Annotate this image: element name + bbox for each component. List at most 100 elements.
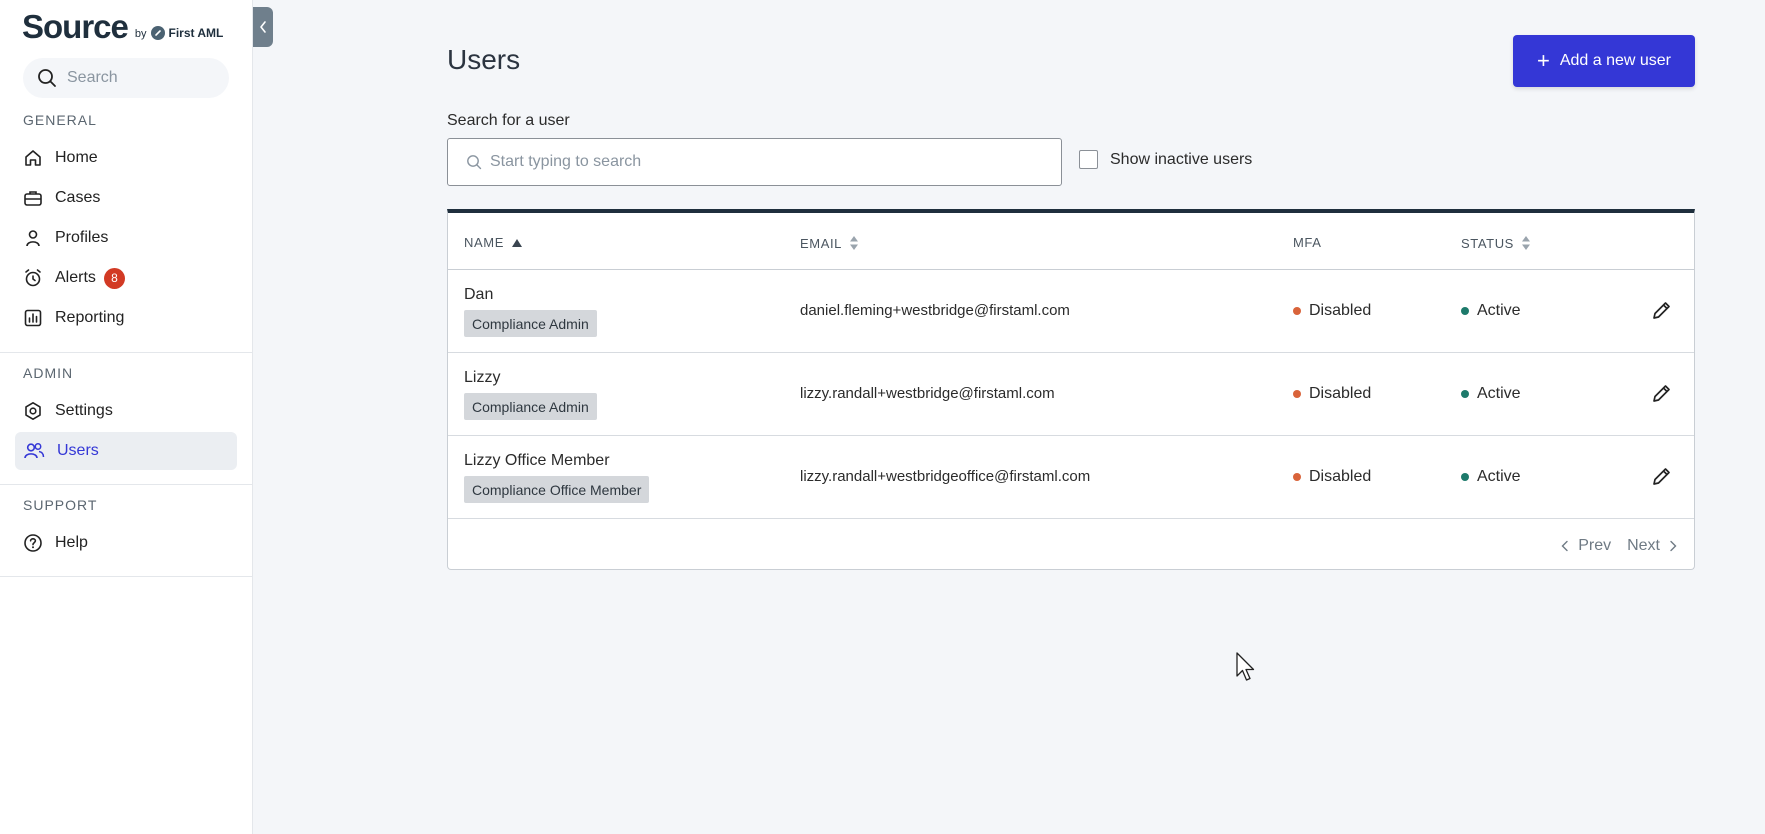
edit-pencil-icon[interactable] — [1650, 381, 1674, 405]
edit-pencil-icon[interactable] — [1650, 298, 1674, 322]
sidebar-item-label: Reporting — [55, 309, 125, 326]
column-header-email[interactable]: EMAIL — [800, 235, 859, 251]
user-status: Active — [1461, 302, 1521, 320]
page-title: Users — [447, 44, 521, 75]
search-icon — [38, 69, 56, 87]
column-header-status[interactable]: STATUS — [1461, 235, 1531, 251]
user-email: lizzy.randall+westbridge@firstaml.com — [800, 385, 1055, 402]
sidebar-item-cases[interactable]: Cases — [15, 179, 237, 217]
sidebar-item-label: Cases — [55, 189, 101, 206]
status-active-dot-icon — [1461, 390, 1469, 398]
prev-page-button[interactable]: Prev — [1560, 537, 1611, 555]
role-tag: Compliance Admin — [464, 393, 597, 420]
sidebar-item-label: Users — [57, 442, 99, 459]
table-header: NAME EMAIL MFA STATUS — [448, 213, 1694, 270]
user-icon — [26, 230, 40, 247]
user-status: Active — [1461, 385, 1521, 403]
help-icon — [24, 534, 42, 552]
brand-partner: First AML — [168, 26, 224, 40]
sidebar-divider — [0, 484, 253, 485]
users-icon — [24, 443, 45, 459]
mfa-status-label: Disabled — [1309, 468, 1372, 485]
plus-icon: + — [1536, 48, 1550, 73]
prev-page-label: Prev — [1578, 537, 1612, 554]
mfa-disabled-dot-icon — [1293, 473, 1301, 481]
user-search-label: Search for a user — [447, 112, 570, 129]
show-inactive-toggle[interactable]: Show inactive users — [1079, 150, 1252, 169]
sidebar-item-help[interactable]: Help — [15, 524, 237, 562]
sidebar-item-label: Alerts — [55, 269, 96, 286]
column-header-label: MFA — [1293, 235, 1322, 250]
table-row: Dan Compliance Admin daniel.fleming+west… — [448, 270, 1694, 353]
section-label-support: SUPPORT — [23, 497, 98, 513]
user-email: daniel.fleming+westbridge@firstaml.com — [800, 302, 1070, 319]
gear-icon — [25, 402, 41, 420]
status-active-dot-icon — [1461, 307, 1469, 315]
show-inactive-checkbox[interactable] — [1079, 150, 1098, 169]
column-header-label: NAME — [464, 235, 504, 250]
sidebar-item-home[interactable]: Home — [15, 139, 237, 177]
table-row: Lizzy Office Member Compliance Office Me… — [448, 436, 1694, 519]
user-name: Lizzy Office Member — [464, 452, 610, 469]
briefcase-icon — [24, 191, 42, 206]
sidebar-item-profiles[interactable]: Profiles — [15, 219, 237, 257]
next-page-button[interactable]: Next — [1627, 537, 1678, 555]
user-name: Dan — [464, 286, 494, 303]
mfa-disabled-dot-icon — [1293, 307, 1301, 315]
sidebar-item-reporting[interactable]: Reporting — [15, 299, 237, 337]
sidebar-search-placeholder: Search — [67, 69, 118, 86]
user-search-input[interactable] — [490, 153, 1050, 171]
edit-pencil-icon[interactable] — [1650, 464, 1674, 488]
alerts-count-badge: 8 — [103, 267, 125, 289]
column-header-name[interactable]: NAME — [464, 235, 523, 250]
mfa-status-label: Disabled — [1309, 302, 1372, 319]
table-row: Lizzy Compliance Admin lizzy.randall+wes… — [448, 353, 1694, 436]
chevron-left-icon — [1561, 540, 1568, 552]
sidebar-item-settings[interactable]: Settings — [15, 392, 237, 430]
sidebar-item-alerts[interactable]: Alerts 8 — [15, 259, 237, 297]
sidebar-item-label: Home — [55, 149, 98, 166]
sidebar-item-label: Profiles — [55, 229, 109, 246]
first-aml-logo-icon — [150, 26, 165, 40]
user-status-label: Active — [1477, 468, 1521, 485]
sidebar-divider — [0, 352, 253, 353]
pagination: Prev Next — [1560, 537, 1678, 555]
add-user-button-label: Add a new user — [1559, 52, 1672, 69]
sidebar-item-label: Help — [55, 534, 88, 551]
user-status: Active — [1461, 468, 1521, 486]
column-header-label: STATUS — [1461, 235, 1514, 251]
sort-icon — [1521, 236, 1530, 250]
sidebar-search[interactable]: Search — [23, 58, 229, 98]
user-search-field[interactable] — [447, 138, 1062, 186]
user-status-label: Active — [1477, 302, 1521, 319]
status-active-dot-icon — [1461, 473, 1469, 481]
mouse-cursor-icon — [1236, 652, 1255, 681]
user-name: Lizzy — [464, 369, 501, 386]
search-icon — [467, 155, 482, 170]
chevron-left-icon — [260, 21, 266, 33]
add-user-button[interactable]: + Add a new user — [1513, 35, 1695, 87]
section-label-admin: ADMIN — [23, 365, 74, 381]
next-page-label: Next — [1627, 537, 1660, 554]
section-label-general: GENERAL — [23, 112, 97, 128]
brand-by: by — [134, 28, 147, 40]
brand-name: Source — [22, 8, 129, 45]
sort-icon — [850, 236, 859, 250]
column-header-mfa: MFA — [1293, 235, 1322, 250]
chevron-right-icon — [1670, 540, 1677, 552]
role-tag: Compliance Office Member — [464, 476, 650, 503]
column-header-label: EMAIL — [800, 235, 843, 251]
user-status-label: Active — [1477, 385, 1521, 402]
sidebar-item-users[interactable]: Users — [15, 432, 237, 470]
mfa-status-label: Disabled — [1309, 385, 1372, 402]
role-tag: Compliance Admin — [464, 310, 597, 337]
collapse-sidebar-button[interactable] — [253, 7, 273, 47]
users-table: NAME EMAIL MFA STATUS Dan Compliance Adm… — [447, 209, 1695, 570]
mfa-status: Disabled — [1293, 468, 1371, 486]
mfa-status: Disabled — [1293, 385, 1371, 403]
home-icon — [25, 150, 41, 166]
brand-logo[interactable]: Source by First AML — [22, 8, 223, 46]
sidebar-item-label: Settings — [55, 402, 113, 419]
show-inactive-label: Show inactive users — [1110, 150, 1253, 168]
sidebar-divider — [0, 576, 253, 577]
